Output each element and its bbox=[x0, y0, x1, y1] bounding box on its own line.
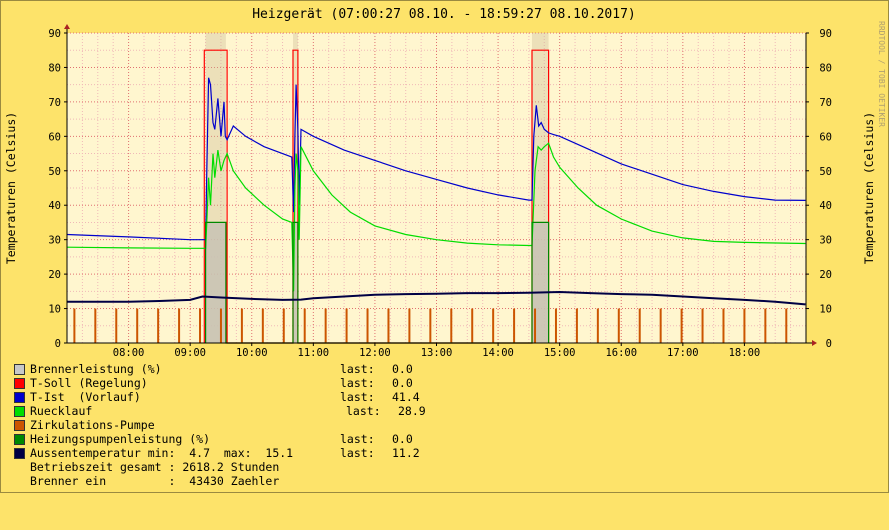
legend-last-label: last: bbox=[346, 404, 381, 418]
legend-last-value: 41.4 bbox=[392, 390, 420, 404]
legend-swatch bbox=[14, 378, 25, 389]
legend-label: Brennerleistung (%) bbox=[30, 362, 162, 376]
x-tick-label: 17:00 bbox=[667, 347, 699, 359]
y-tick-label-left: 70 bbox=[48, 97, 61, 109]
y-tick-label-right: 10 bbox=[819, 304, 832, 316]
x-tick-label: 09:00 bbox=[174, 347, 206, 359]
legend-item-heizungspumpenleistung: Heizungspumpenleistung (%) last: 0.0 bbox=[14, 432, 413, 446]
legend-swatch bbox=[14, 406, 25, 417]
legend-last-value: 0.0 bbox=[392, 376, 413, 390]
legend-last-label: last: bbox=[340, 446, 375, 460]
legend-label: Heizungspumpenleistung (%) bbox=[30, 432, 211, 446]
legend-last-value: 11.2 bbox=[392, 446, 420, 460]
legend-label: Ruecklauf bbox=[30, 404, 93, 418]
watermark: RRDTOOL / TOBI OETIKER bbox=[877, 21, 886, 127]
y-tick-label-left: 20 bbox=[48, 269, 61, 281]
legend-last-value: 0.0 bbox=[392, 432, 413, 446]
legend-item-ruecklauf: Ruecklauf last: 28.9 bbox=[14, 404, 426, 418]
y-tick-label-left: 50 bbox=[48, 166, 61, 178]
legend-item-aussentemperatur: Aussentemperatur min: 4.7 max: 15.1 last… bbox=[14, 446, 420, 460]
y-tick-label-right: 80 bbox=[819, 62, 832, 74]
x-tick-label: 14:00 bbox=[482, 347, 514, 359]
y-tick-label-right: 20 bbox=[819, 269, 832, 281]
x-tick-label: 08:00 bbox=[113, 347, 145, 359]
legend-item-brennerleistung: Brennerleistung (%) last: 0.0 bbox=[14, 362, 413, 376]
y-tick-label-right: 90 bbox=[819, 28, 832, 40]
y-tick-label-left: 90 bbox=[48, 28, 61, 40]
legend-last-label: last: bbox=[340, 376, 375, 390]
x-tick-label: 18:00 bbox=[729, 347, 761, 359]
y-axis-arrow bbox=[64, 24, 70, 29]
legend-item-zirkulations-pumpe: Zirkulations-Pumpe bbox=[14, 418, 155, 432]
y-tick-label-left: 10 bbox=[48, 304, 61, 316]
legend-label: T-Soll (Regelung) bbox=[30, 376, 148, 390]
y-tick-label-right: 60 bbox=[819, 131, 832, 143]
legend-label: Zirkulations-Pumpe bbox=[30, 418, 155, 432]
x-tick-label: 13:00 bbox=[421, 347, 453, 359]
y-tick-label-right: 70 bbox=[819, 97, 832, 109]
x-tick-label: 11:00 bbox=[298, 347, 330, 359]
legend-last-value: 28.9 bbox=[398, 404, 426, 418]
y-tick-label-left: 80 bbox=[48, 62, 61, 74]
legend-last-label: last: bbox=[340, 362, 375, 376]
legend-swatch bbox=[14, 364, 25, 375]
legend-last-label: last: bbox=[340, 390, 375, 404]
info-betriebszeit: Betriebszeit gesamt : 2618.2 Stunden bbox=[30, 460, 280, 474]
y-tick-label-right: 50 bbox=[819, 166, 832, 178]
info-brenner-ein: Brenner ein : 43430 Zaehler bbox=[30, 474, 280, 488]
chart-window: 0 0 10 10 20 20 30 30 40 40 50 50 60 60 70 70 80 80 90 90 08… bbox=[0, 0, 889, 493]
x-tick-label: 12:00 bbox=[359, 347, 391, 359]
legend-swatch bbox=[14, 434, 25, 445]
legend-swatch bbox=[14, 392, 25, 403]
y-tick-label-left: 30 bbox=[48, 235, 61, 247]
legend-item-t-soll: T-Soll (Regelung) last: 0.0 bbox=[14, 376, 413, 390]
y-tick-label-right: 30 bbox=[819, 235, 832, 247]
x-axis-arrow bbox=[812, 340, 817, 346]
legend-last-value: 0.0 bbox=[392, 362, 413, 376]
legend-swatch bbox=[14, 448, 25, 459]
y-tick-label-right: 0 bbox=[826, 338, 832, 350]
chart-title: Heizgerät (07:00:27 08.10. - 18:59:27 08… bbox=[252, 7, 636, 22]
legend-item-t-ist: T-Ist (Vorlauf) last: 41.4 bbox=[14, 390, 420, 404]
y-tick-label-left: 40 bbox=[48, 200, 61, 212]
legend-label: Aussentemperatur min: 4.7 max: 15.1 bbox=[30, 446, 294, 460]
legend-last-label: last: bbox=[340, 432, 375, 446]
y-axis-label-left: Temperaturen (Celsius) bbox=[4, 112, 18, 264]
y-axis-label-right: Temperaturen (Celsius) bbox=[862, 112, 876, 264]
y-tick-label-left: 0 bbox=[55, 338, 61, 350]
legend-label: T-Ist (Vorlauf) bbox=[30, 390, 141, 404]
x-tick-label: 15:00 bbox=[544, 347, 576, 359]
y-tick-label-left: 60 bbox=[48, 131, 61, 143]
legend-swatch bbox=[14, 420, 25, 431]
x-tick-label: 16:00 bbox=[605, 347, 637, 359]
y-tick-label-right: 40 bbox=[819, 200, 832, 212]
x-tick-label: 10:00 bbox=[236, 347, 268, 359]
